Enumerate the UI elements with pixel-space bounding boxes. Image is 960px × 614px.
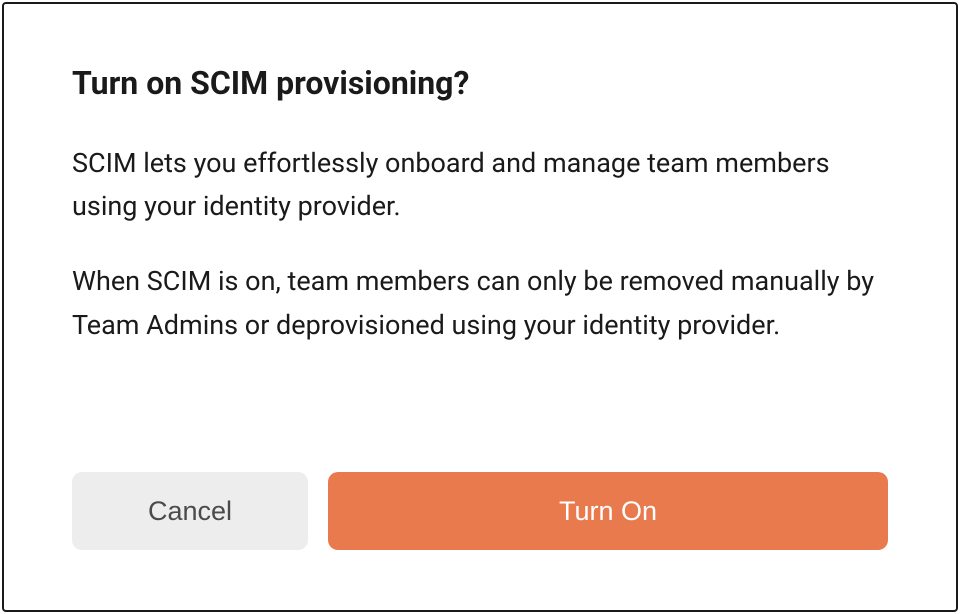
dialog-actions: Cancel Turn On xyxy=(72,472,888,550)
cancel-button[interactable]: Cancel xyxy=(72,472,308,550)
dialog-paragraph-1: SCIM lets you effortlessly onboard and m… xyxy=(72,142,888,228)
dialog-body: SCIM lets you effortlessly onboard and m… xyxy=(72,142,888,452)
dialog-paragraph-2: When SCIM is on, team members can only b… xyxy=(72,260,888,346)
turn-on-button[interactable]: Turn On xyxy=(328,472,888,550)
dialog-title: Turn on SCIM provisioning? xyxy=(72,64,888,102)
confirmation-dialog: Turn on SCIM provisioning? SCIM lets you… xyxy=(2,2,958,612)
